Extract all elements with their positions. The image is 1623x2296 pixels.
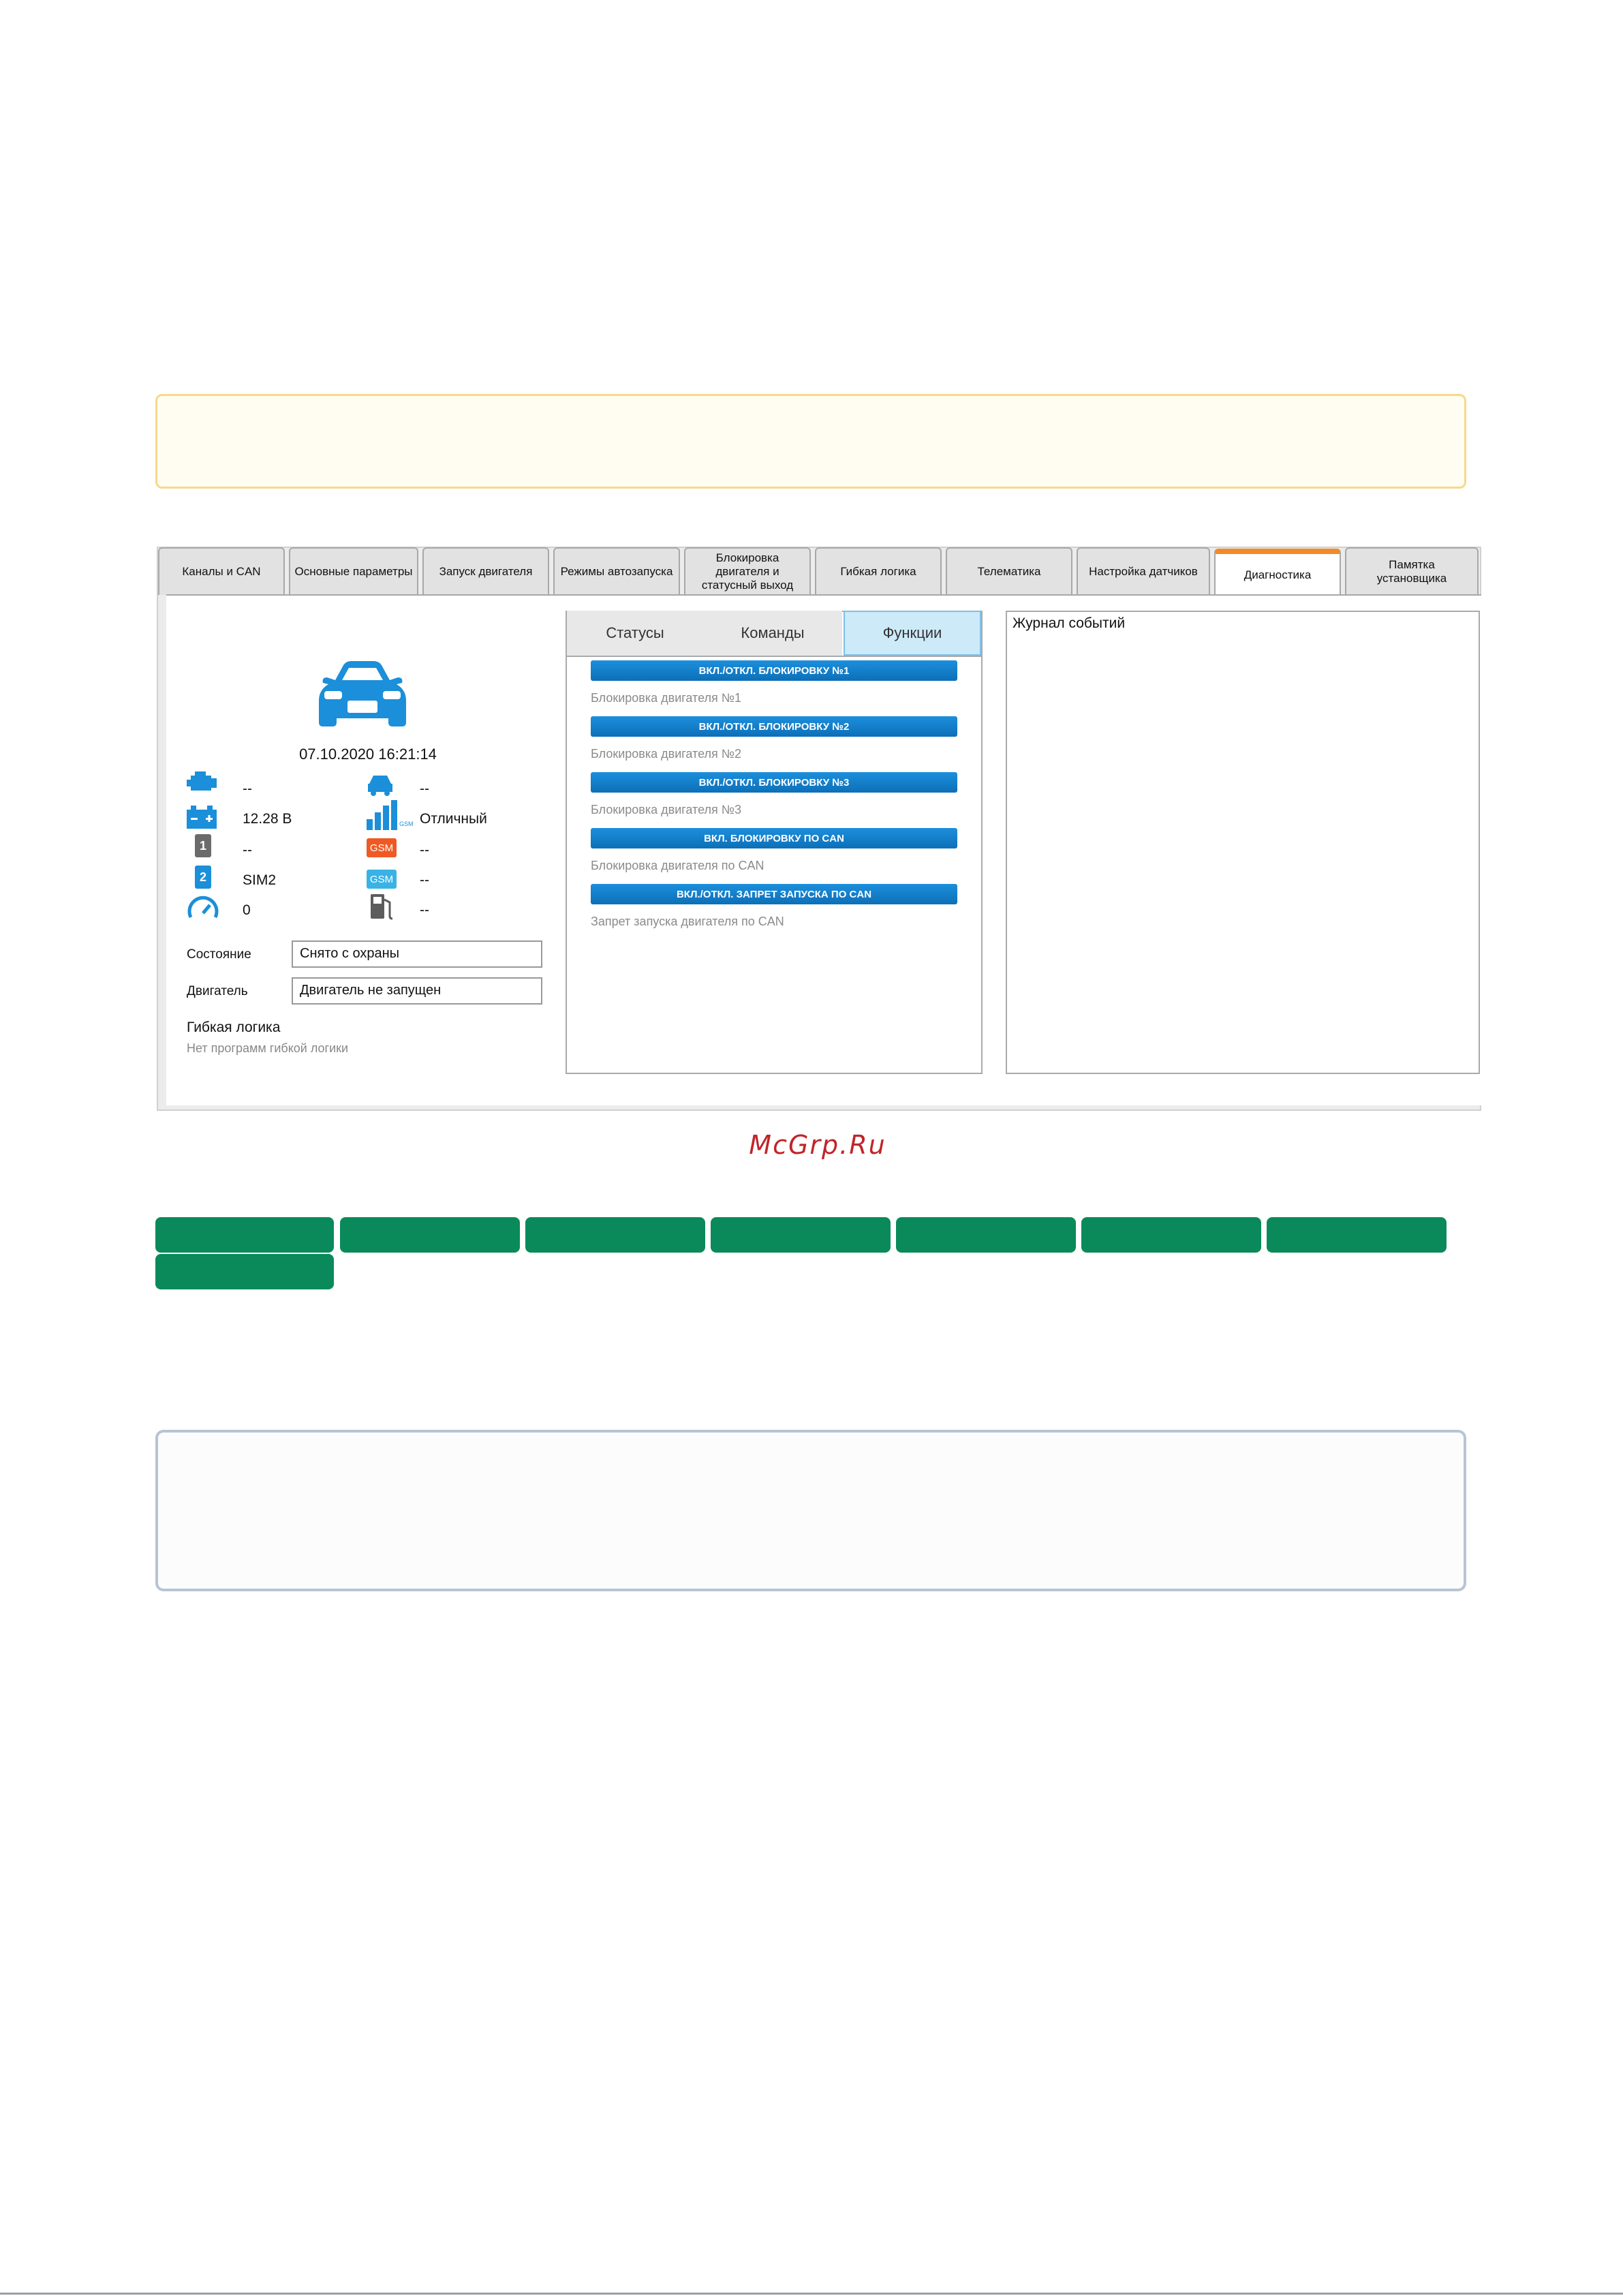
tab-installer-memo[interactable]: Памятка установщика	[1345, 547, 1479, 595]
speedometer-icon	[187, 896, 219, 919]
tab-engine-start[interactable]: Запуск двигателя	[422, 547, 549, 595]
nav-button-3[interactable]	[525, 1217, 705, 1253]
toggle-lock-1-button[interactable]: ВКЛ./ОТКЛ. БЛОКИРОВКУ №1	[591, 660, 957, 681]
info-box	[155, 1430, 1466, 1591]
fuel-icon	[371, 894, 393, 920]
subtab-divider	[567, 656, 981, 657]
toggle-lock-2-button[interactable]: ВКЛ./ОТКЛ. БЛОКИРОВКУ №2	[591, 716, 957, 737]
tab-engine-lock[interactable]: Блокировка двигателя и статусный выход	[684, 547, 811, 595]
state-label: Состояние	[187, 947, 251, 962]
subtab-statuses[interactable]: Статусы	[567, 611, 703, 656]
nav-button-2[interactable]	[340, 1217, 520, 1253]
status-datetime: 07.10.2020 16:21:14	[299, 746, 437, 763]
event-log-panel	[1006, 611, 1480, 1074]
tab-main-params[interactable]: Основные параметры	[289, 547, 418, 595]
notice-box	[155, 394, 1466, 489]
can-lock-button[interactable]: ВКЛ. БЛОКИРОВКУ ПО CAN	[591, 828, 957, 848]
car-icon	[319, 661, 406, 726]
nav-button-1[interactable]	[155, 1217, 334, 1253]
tab-autostart-modes[interactable]: Режимы автозапуска	[553, 547, 680, 595]
flex-logic-empty: Нет программ гибкой логики	[187, 1041, 349, 1055]
engine-state-field: Двигатель не запущен	[292, 977, 542, 1005]
engine-state-label: Двигатель	[187, 984, 248, 998]
toggle-lock-3-button[interactable]: ВКЛ./ОТКЛ. БЛОКИРОВКУ №3	[591, 772, 957, 793]
sim2-value: SIM2	[243, 872, 277, 888]
tab-telematics[interactable]: Телематика	[946, 547, 1072, 595]
battery-value: 12.28 В	[243, 811, 292, 827]
car-status-icon	[368, 776, 392, 796]
car-status-value: --	[420, 781, 429, 797]
gsm2-value: --	[420, 872, 429, 888]
can-start-ban-button[interactable]: ВКЛ./ОТКЛ. ЗАПРЕТ ЗАПУСКА ПО CAN	[591, 884, 957, 904]
nav-button-4[interactable]	[711, 1217, 891, 1253]
gsm1-icon: GSM	[367, 838, 397, 857]
lock-1-desc: Блокировка двигателя №1	[591, 691, 742, 705]
sim1-value: --	[243, 842, 252, 858]
sim1-icon: 1	[195, 834, 211, 857]
event-log-title: Журнал событий	[1013, 615, 1126, 631]
subtab-commands[interactable]: Команды	[703, 611, 842, 656]
gsm2-icon: GSM	[367, 870, 397, 889]
nav-button-5[interactable]	[896, 1217, 1076, 1253]
nav-button-8[interactable]	[155, 1254, 334, 1289]
subtab-functions[interactable]: Функции	[844, 611, 981, 656]
tab-diagnostics[interactable]: Диагностика	[1214, 549, 1341, 596]
footer-divider	[0, 2293, 1623, 2295]
engine-value: --	[243, 781, 252, 797]
fuel-value: --	[420, 902, 429, 918]
tab-channels-can[interactable]: Каналы и CAN	[158, 547, 285, 595]
battery-icon	[187, 806, 217, 829]
signal-value: Отличный	[420, 811, 487, 827]
state-field: Снято с охраны	[292, 940, 542, 968]
nav-button-7[interactable]	[1267, 1217, 1447, 1253]
signal-icon-label: GSM	[399, 821, 414, 827]
can-lock-desc: Блокировка двигателя по CAN	[591, 859, 764, 872]
engine-icon	[187, 771, 217, 791]
lock-3-desc: Блокировка двигателя №3	[591, 803, 742, 816]
watermark: McGrp.Ru	[749, 1130, 886, 1160]
tab-flex-logic[interactable]: Гибкая логика	[815, 547, 942, 595]
can-start-ban-desc: Запрет запуска двигателя по CAN	[591, 915, 784, 928]
flex-logic-title: Гибкая логика	[187, 1020, 281, 1035]
lock-2-desc: Блокировка двигателя №2	[591, 747, 742, 761]
sim2-icon: 2	[195, 866, 211, 889]
tab-sensor-settings[interactable]: Настройка датчиков	[1077, 547, 1210, 595]
nav-button-6[interactable]	[1081, 1217, 1261, 1253]
speed-value: 0	[243, 902, 251, 918]
gsm1-value: --	[420, 842, 429, 858]
